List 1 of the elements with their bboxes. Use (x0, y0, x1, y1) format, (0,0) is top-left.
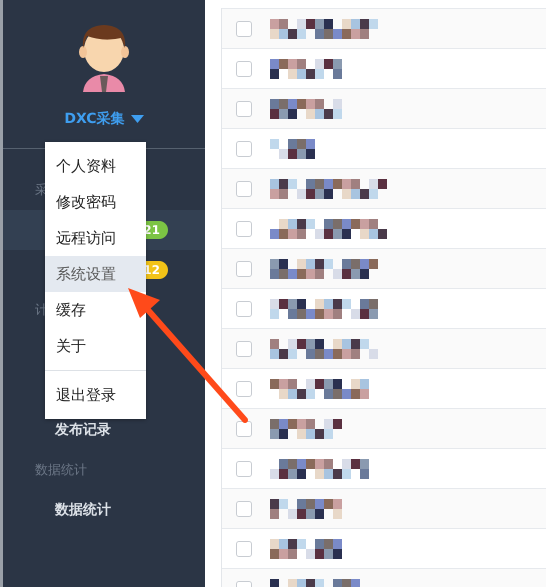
section-label: 数据统计 (35, 462, 87, 479)
